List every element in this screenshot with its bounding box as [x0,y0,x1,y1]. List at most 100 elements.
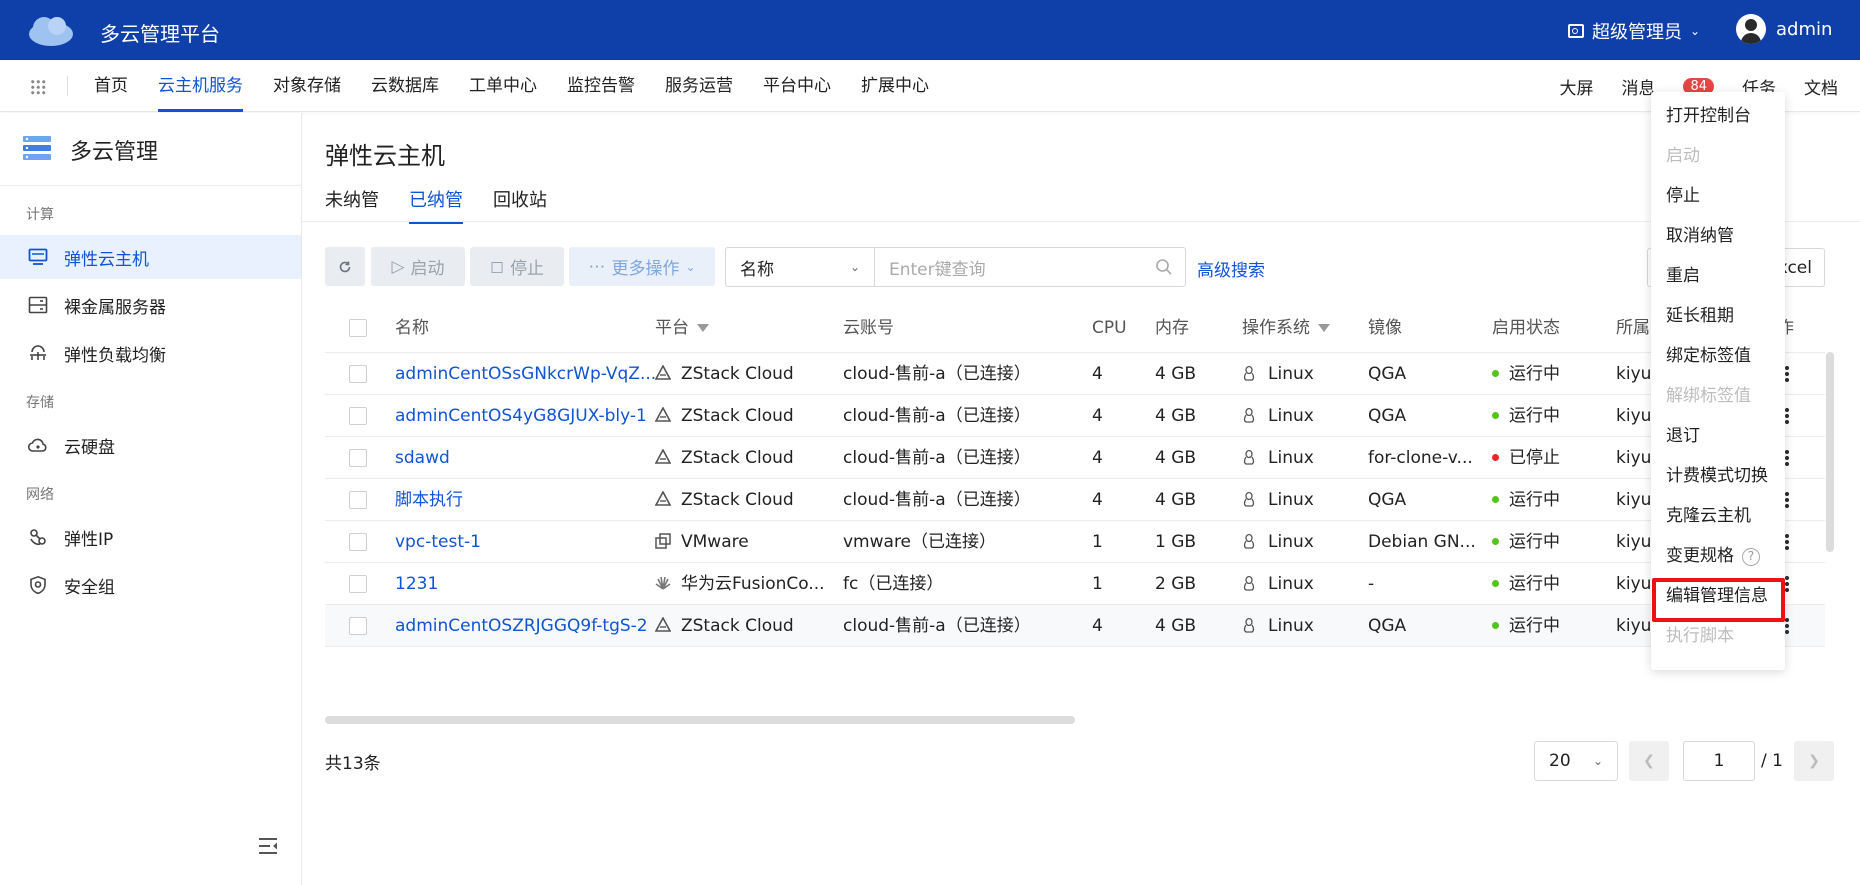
sidebar-item-bare-metal[interactable]: 裸金属服务器 [0,283,301,327]
linux-icon [1242,439,1256,465]
vertical-scrollbar[interactable] [1826,352,1834,552]
menu-item-0[interactable]: 打开控制台 [1666,101,1751,126]
menu-item-3[interactable]: 取消纳管 [1666,221,1734,246]
nav-item-extension-center[interactable]: 扩展中心 [861,60,943,112]
tab-managed[interactable]: 已纳管 [409,186,463,224]
select-all-checkbox[interactable] [349,319,367,337]
app-title: 多云管理平台 [100,22,220,46]
next-page-button[interactable]: ❯ [1794,741,1834,781]
menu-item-6[interactable]: 绑定标签值 [1666,341,1751,366]
cell-name[interactable]: adminCentOSsGNkcrWp-VqZ... [395,353,656,395]
status-dot-icon [1492,622,1499,629]
username: admin [1776,18,1833,40]
cell-name[interactable]: adminCentOSZRJGGQ9f-tgS-2 [395,605,648,647]
cell-account-text: cloud-售前-a（已连接） [843,364,1031,384]
cell-name[interactable]: adminCentOS4yG8GJUX-bly-1 [395,395,647,437]
nav-item-object-storage[interactable]: 对象存储 [273,60,355,112]
big-screen-link[interactable]: 大屏 [1559,74,1593,99]
row-checkbox[interactable] [349,575,367,593]
menu-item-10[interactable]: 克隆云主机 [1666,501,1751,526]
cell-image-text: QGA [1368,406,1407,426]
main-nav: 首页 云主机服务 对象存储 云数据库 工单中心 监控告警 服务运营 平台中心 扩… [0,60,1860,112]
table-row[interactable]: adminCentOSZRJGGQ9f-tgS-2 ZStack Cloud clo… [325,605,1825,647]
cell-status-text: 运行中 [1509,574,1560,594]
section-label-network: 网络 [26,487,54,503]
more-actions-kebab-icon[interactable] [1785,533,1789,551]
cell-owner-text: kiyu [1616,532,1652,552]
row-checkbox[interactable] [349,533,367,551]
nav-item-home[interactable]: 首页 [94,60,142,112]
more-actions-kebab-icon[interactable] [1785,449,1789,467]
cell-name[interactable]: sdawd [395,437,450,479]
nav-item-ticket-center[interactable]: 工单中心 [469,60,551,112]
sidebar-item-cloud-disk[interactable]: 云硬盘 [0,423,301,467]
menu-item-label: 克隆云主机 [1666,506,1751,526]
more-actions-kebab-icon[interactable] [1785,491,1789,509]
cell-name[interactable]: vpc-test-1 [395,521,481,563]
advanced-search-link[interactable]: 高级搜索 [1197,256,1265,281]
refresh-button[interactable] [325,247,365,286]
role-switcher[interactable]: 超级管理员 ⌄ [1568,18,1700,44]
app-grid-icon[interactable] [30,79,46,95]
search-icon[interactable] [1155,258,1173,276]
menu-item-8[interactable]: 退订 [1666,421,1700,446]
chevron-down-icon: ⌄ [1592,754,1603,768]
menu-item-4[interactable]: 重启 [1666,261,1700,286]
zstack-logo-icon [655,607,672,632]
cell-memory-text: 4 GB [1155,364,1197,384]
page-total: / 1 [1761,751,1783,771]
collapse-sidebar-icon[interactable] [258,837,278,855]
filter-icon[interactable] [697,324,709,332]
sidebar-item-security-group[interactable]: 安全组 [0,563,301,607]
more-actions-kebab-icon[interactable] [1785,617,1789,635]
help-icon[interactable]: ? [1742,548,1760,566]
menu-item-5[interactable]: 延长租期 [1666,301,1734,326]
nav-item-ecs-service[interactable]: 云主机服务 [158,60,257,112]
stop-button[interactable]: ◻ 停止 [470,247,564,286]
filter-icon[interactable] [1318,324,1330,332]
sidebar-item-eip[interactable]: 弹性IP [0,515,301,559]
row-checkbox[interactable] [349,617,367,635]
table-row[interactable]: adminCentOS4yG8GJUX-bly-1 ZStack Cloud clo… [325,395,1825,437]
table-row[interactable]: vpc-test-1 VMware vmware（已连接） 1 1 GB Linux Deb… [325,521,1825,563]
table-row[interactable]: 脚本执行 ZStack Cloud cloud-售前-a（已连接） 4 4 GB Linu… [325,479,1825,521]
nav-item-monitoring[interactable]: 监控告警 [567,60,649,112]
tab-unmanaged[interactable]: 未纳管 [325,186,379,224]
cell-cpu: 1 [1092,521,1103,563]
row-checkbox[interactable] [349,365,367,383]
more-actions-kebab-icon[interactable] [1785,407,1789,425]
nav-item-platform-center[interactable]: 平台中心 [763,60,845,112]
docs-link[interactable]: 文档 [1804,74,1838,99]
nav-item-service-ops[interactable]: 服务运营 [665,60,747,112]
column-header-platform: 平台 [655,303,709,353]
page-number-input[interactable]: 1 [1683,741,1755,781]
start-button[interactable]: ▷ 启动 [371,247,465,286]
cell-account: vmware（已连接） [843,521,996,563]
cell-name[interactable]: 脚本执行 [395,479,463,521]
cell-name-text: vpc-test-1 [395,532,481,552]
search-field-select[interactable]: 名称 ⌄ [725,247,875,287]
row-checkbox[interactable] [349,407,367,425]
row-checkbox[interactable] [349,449,367,467]
sidebar-item-ecs[interactable]: 弹性云主机 [0,235,301,279]
user-menu[interactable]: admin [1736,14,1832,44]
search-input[interactable]: Enter键查询 [874,247,1186,287]
row-checkbox[interactable] [349,491,367,509]
nav-item-cloud-database[interactable]: 云数据库 [371,60,453,112]
horizontal-scrollbar[interactable] [325,716,1075,724]
tab-recycle-bin[interactable]: 回收站 [493,186,547,224]
menu-item-11[interactable]: 变更规格? [1666,541,1760,566]
table-row[interactable]: 1231 华为云FusionCo... fc（已连接） 1 2 GB Linux - 运行中 k… [325,563,1825,605]
table-row[interactable]: sdawd ZStack Cloud cloud-售前-a（已连接） 4 4 GB Lin… [325,437,1825,479]
more-actions-button[interactable]: ⋯ 更多操作 ⌄ [569,247,715,286]
more-actions-kebab-icon[interactable] [1785,575,1789,593]
table-row[interactable]: adminCentOSsGNkcrWp-VqZ... ZStack Cloud cl… [325,353,1825,395]
page-size-select[interactable]: 20 ⌄ [1534,741,1618,781]
sidebar-item-load-balancer[interactable]: 弹性负载均衡 [0,331,301,375]
menu-item-9[interactable]: 计费模式切换 [1666,461,1768,486]
menu-item-2[interactable]: 停止 [1666,181,1700,206]
prev-page-button[interactable]: ❮ [1629,741,1669,781]
cell-name[interactable]: 1231 [395,563,438,605]
more-actions-kebab-icon[interactable] [1785,365,1789,383]
stop-icon: ◻ [489,256,505,277]
